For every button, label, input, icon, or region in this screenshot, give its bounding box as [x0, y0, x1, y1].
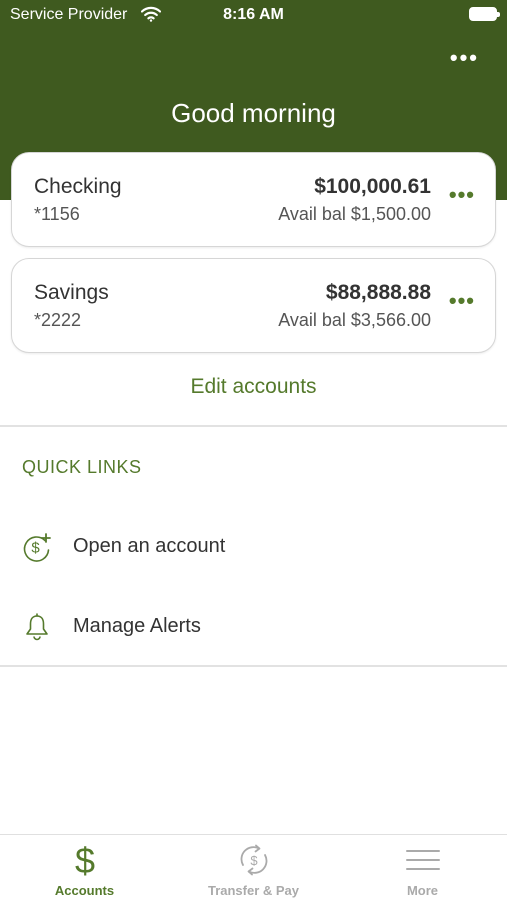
tab-more[interactable]: More: [338, 835, 507, 900]
svg-text:$: $: [31, 540, 40, 557]
bell-icon: [26, 613, 48, 641]
account-name: Savings: [34, 281, 109, 304]
svg-text:$: $: [250, 853, 258, 868]
tab-label: Transfer & Pay: [207, 883, 300, 898]
account-card-checking[interactable]: Checking *1156 $100,000.61 Avail bal $1,…: [11, 152, 496, 247]
divider: [0, 665, 507, 667]
account-balance: $88,888.88: [325, 281, 431, 304]
account-card-savings[interactable]: Savings *2222 $88,888.88 Avail bal $3,56…: [11, 258, 496, 353]
more-icon[interactable]: •••: [450, 47, 479, 69]
available-balance: Avail bal $3,566.00: [278, 310, 431, 330]
dollar-icon: $: [75, 841, 95, 879]
account-balance: $100,000.61: [314, 175, 431, 198]
edit-accounts-link[interactable]: Edit accounts: [0, 375, 507, 399]
tab-label: Accounts: [54, 883, 115, 898]
tab-bar: $ Accounts $ Transfer & Pay More: [0, 834, 507, 900]
divider: [0, 425, 507, 427]
available-balance: Avail bal $1,500.00: [278, 204, 431, 224]
clock: 8:16 AM: [223, 6, 284, 23]
account-more-icon[interactable]: •••: [449, 184, 475, 206]
quick-link-manage-alerts[interactable]: Manage Alerts: [0, 601, 507, 651]
tab-label: More: [406, 883, 439, 898]
account-number: *2222: [34, 310, 82, 330]
quick-link-label: Open an account: [73, 535, 226, 557]
account-number: *1156: [34, 204, 80, 224]
greeting: Good morning: [171, 98, 336, 128]
svg-text:$: $: [75, 841, 95, 879]
menu-icon: [406, 850, 440, 870]
account-name: Checking: [34, 175, 122, 198]
transfer-dollar-icon: $: [240, 844, 268, 876]
quick-link-open-account[interactable]: $ Open an account: [0, 521, 507, 571]
battery-icon: [469, 7, 500, 21]
tab-accounts[interactable]: $ Accounts: [0, 835, 169, 900]
dollar-plus-icon: $: [23, 533, 51, 562]
status-bar: Service Provider 8:16 AM: [0, 0, 507, 30]
quick-link-label: Manage Alerts: [73, 615, 201, 637]
quick-links-heading: QUICK LINKS: [22, 457, 142, 477]
account-more-icon[interactable]: •••: [449, 290, 475, 312]
tab-transfer-pay[interactable]: $ Transfer & Pay: [169, 835, 338, 900]
